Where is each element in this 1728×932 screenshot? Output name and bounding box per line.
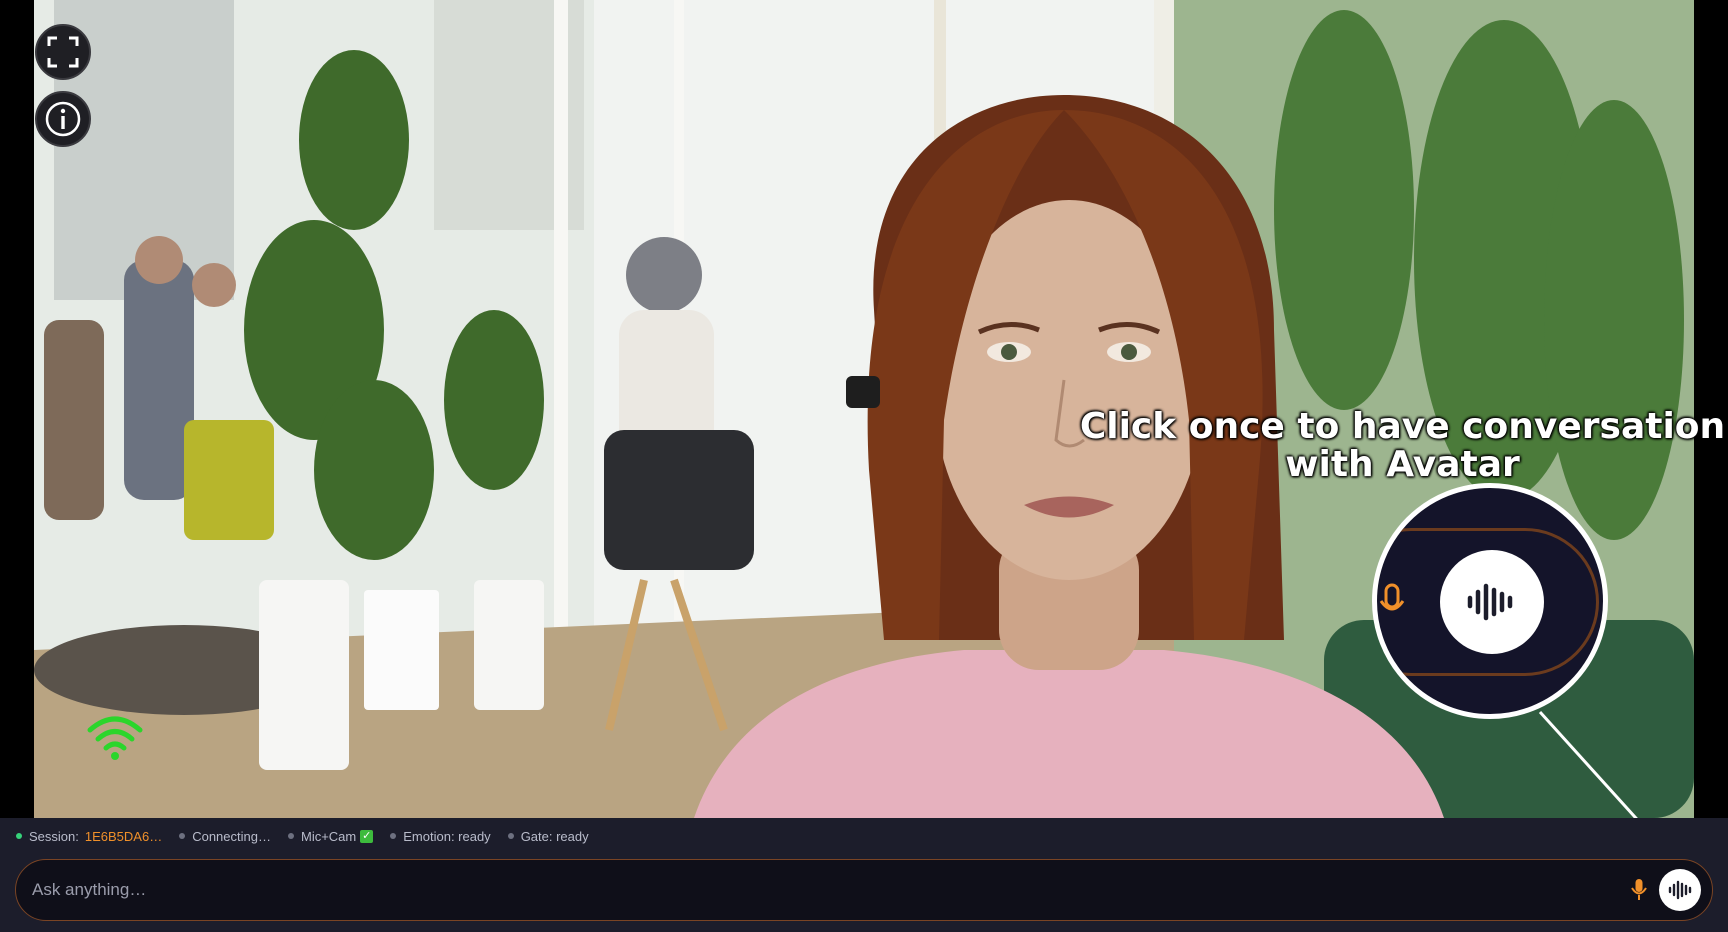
chat-input-bar [0,854,1728,932]
gate-text: Gate: ready [520,828,589,844]
wifi-icon [87,716,143,760]
status-session: Session: 1E6B5DA6… [16,829,162,844]
microphone-icon [1631,879,1647,900]
callout-line-2: with Avatar [1285,444,1520,485]
media-check-icon: ✓ [360,829,374,843]
media-dot [287,833,294,839]
status-connection: Connecting… [179,829,271,844]
status-gate: Gate: ready [507,828,589,844]
waveform-icon [1668,880,1692,900]
callout-voice-button [1440,550,1544,654]
status-media: Mic+Cam ✓ [287,828,374,844]
emotion-text: Emotion: ready [403,828,491,844]
mic-button[interactable] [1626,876,1652,904]
connection-text: Connecting… [192,828,271,844]
gate-dot [507,833,514,839]
callout-line-1: Click once to have conversation [1079,406,1726,447]
info-button[interactable] [35,91,91,147]
status-emotion: Emotion: ready [390,828,491,844]
fullscreen-icon [47,36,79,68]
connection-dot [179,833,186,839]
avatar-app: Click once to have conversation with Ava… [0,0,1728,932]
session-label: Session: [29,828,79,844]
fullscreen-button[interactable] [35,24,91,80]
microphone-icon [1379,583,1405,611]
info-icon [45,101,81,137]
waveform-icon [1467,583,1513,621]
chat-input-container [15,859,1713,921]
session-id: 1E6B5DA6… [84,828,163,844]
voice-conversation-button[interactable] [1659,869,1701,911]
callout-magnifier [1372,483,1608,719]
ask-input[interactable] [30,860,1594,920]
status-bar: Session: 1E6B5DA6… Connecting… Mic+Cam ✓… [0,818,1728,854]
session-dot [16,833,22,839]
tutorial-callout-text: Click once to have conversation with Ava… [1075,408,1728,484]
media-text: Mic+Cam [300,828,357,844]
emotion-dot [390,833,397,839]
